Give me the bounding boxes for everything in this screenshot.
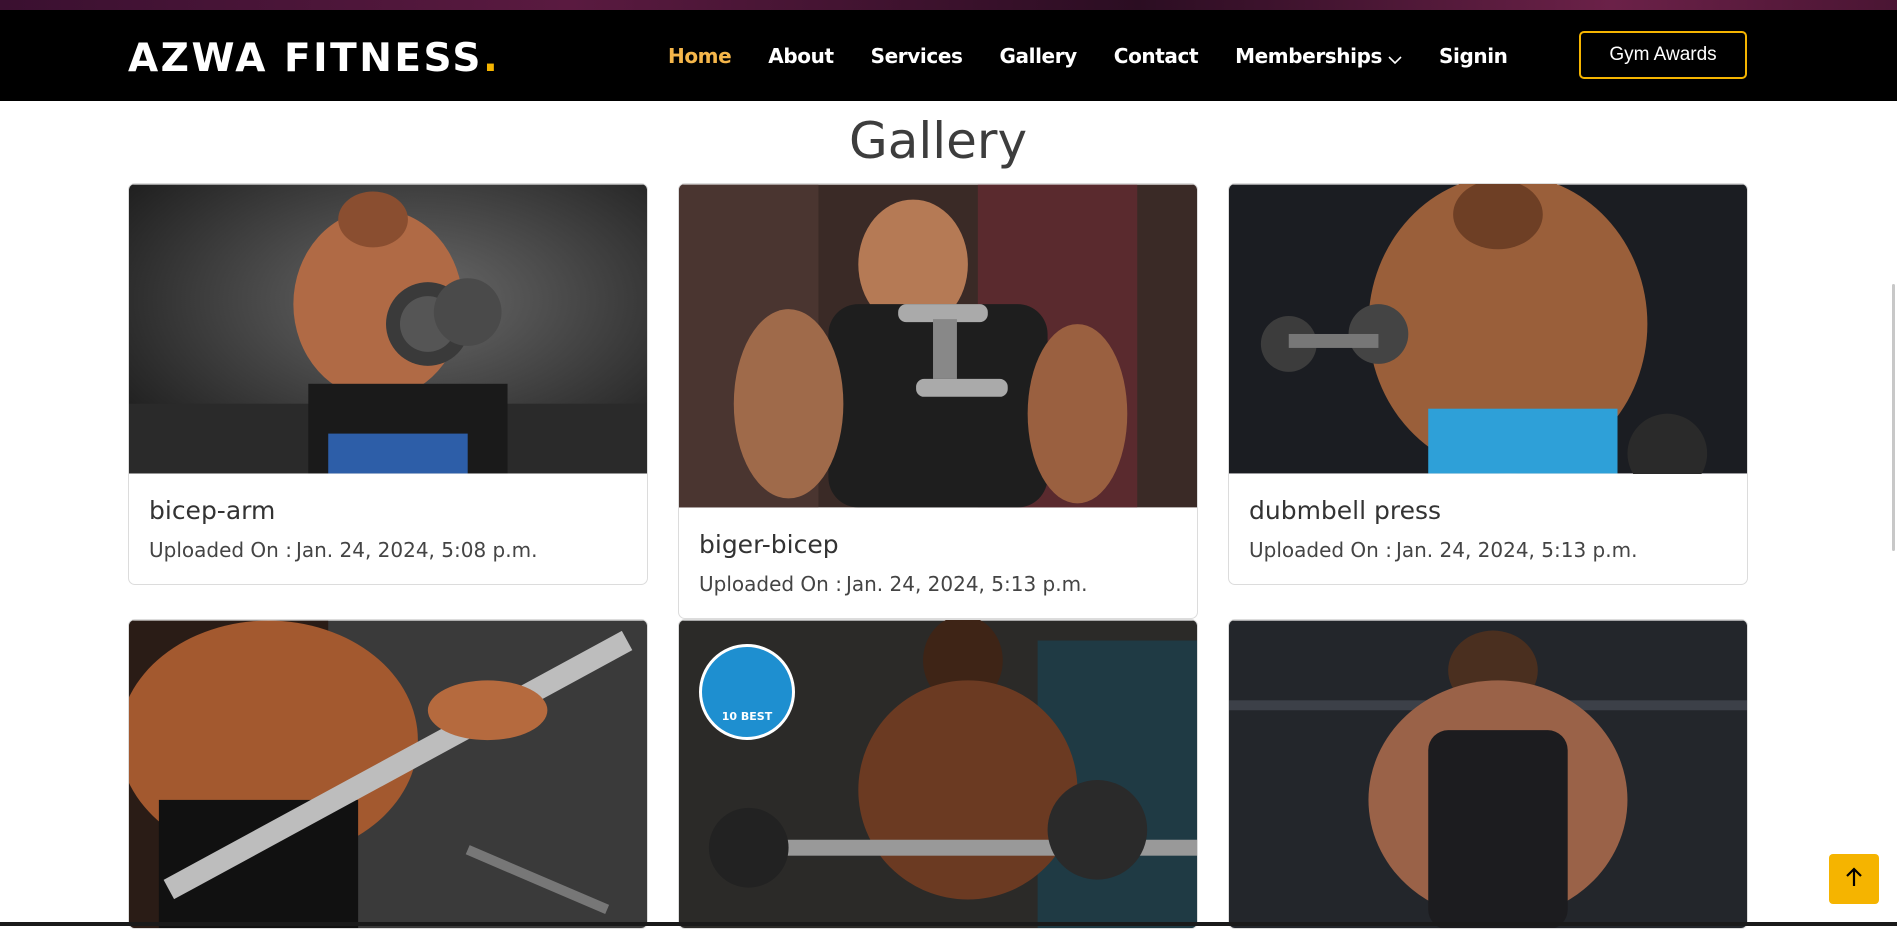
bottom-border bbox=[0, 922, 1897, 926]
nav-services[interactable]: Services bbox=[871, 44, 963, 70]
gallery-image bbox=[129, 620, 647, 928]
nav-about[interactable]: About bbox=[768, 44, 834, 70]
ten-best-badge: 10 BEST bbox=[699, 644, 795, 740]
brand-dot: . bbox=[482, 36, 501, 81]
scrollbar-thumb[interactable] bbox=[1892, 284, 1895, 551]
nav-signin[interactable]: Signin bbox=[1439, 44, 1508, 70]
nav-memberships-label: Memberships bbox=[1235, 44, 1383, 68]
page-title: Gallery bbox=[848, 112, 1028, 170]
uploaded-label: Uploaded On : bbox=[1249, 538, 1392, 562]
gallery-item-title: biger-bicep bbox=[699, 530, 839, 559]
gym-awards-button[interactable]: Gym Awards bbox=[1579, 31, 1747, 79]
gallery-image bbox=[1229, 184, 1747, 474]
nav-memberships[interactable]: Memberships bbox=[1235, 44, 1402, 70]
gallery-image bbox=[129, 184, 647, 474]
gallery-image bbox=[1229, 620, 1747, 928]
nav-contact[interactable]: Contact bbox=[1114, 44, 1199, 70]
nav-home[interactable]: Home bbox=[668, 44, 732, 70]
uploaded-label: Uploaded On : bbox=[149, 538, 292, 562]
scrollbar[interactable] bbox=[1891, 101, 1897, 926]
nav-gallery[interactable]: Gallery bbox=[1000, 44, 1078, 70]
navbar: AZWA FITNESS. Home About Services Galler… bbox=[0, 10, 1897, 101]
gallery-card[interactable]: biger-bicep Uploaded On : Jan. 24, 2024, … bbox=[678, 183, 1198, 619]
nav-links: Home About Services Gallery Contact Memb… bbox=[668, 44, 1545, 70]
chevron-down-icon bbox=[1388, 46, 1402, 70]
gallery-image bbox=[679, 184, 1197, 508]
brand-name: AZWA FITNESS bbox=[128, 36, 483, 81]
uploaded-date: Jan. 24, 2024, 5:13 p.m. bbox=[1395, 538, 1638, 562]
back-to-top-button[interactable] bbox=[1829, 854, 1879, 904]
gallery-card[interactable]: bicep-arm Uploaded On : Jan. 24, 2024, 5:… bbox=[128, 183, 648, 585]
gallery-item-date: Uploaded On : Jan. 24, 2024, 5:13 p.m. bbox=[1249, 538, 1637, 562]
uploaded-date: Jan. 24, 2024, 5:08 p.m. bbox=[295, 538, 538, 562]
gallery-item-title: bicep-arm bbox=[149, 496, 276, 525]
brand-logo[interactable]: AZWA FITNESS. bbox=[128, 36, 500, 81]
gallery-item-date: Uploaded On : Jan. 24, 2024, 5:08 p.m. bbox=[149, 538, 537, 562]
gallery-item-date: Uploaded On : Jan. 24, 2024, 5:13 p.m. bbox=[699, 572, 1087, 596]
uploaded-label: Uploaded On : bbox=[699, 572, 842, 596]
gallery-card[interactable]: 10 BEST bbox=[678, 619, 1198, 929]
top-banner-strip bbox=[0, 0, 1897, 10]
gallery-item-title: dubmbell press bbox=[1249, 496, 1442, 525]
gallery-card[interactable] bbox=[1228, 619, 1748, 929]
gallery-card[interactable]: dubmbell press Uploaded On : Jan. 24, 202… bbox=[1228, 183, 1748, 585]
badge-text: 10 BEST bbox=[721, 710, 773, 723]
arrow-up-icon bbox=[1844, 866, 1864, 893]
uploaded-date: Jan. 24, 2024, 5:13 p.m. bbox=[845, 572, 1088, 596]
gallery-card[interactable] bbox=[128, 619, 648, 929]
